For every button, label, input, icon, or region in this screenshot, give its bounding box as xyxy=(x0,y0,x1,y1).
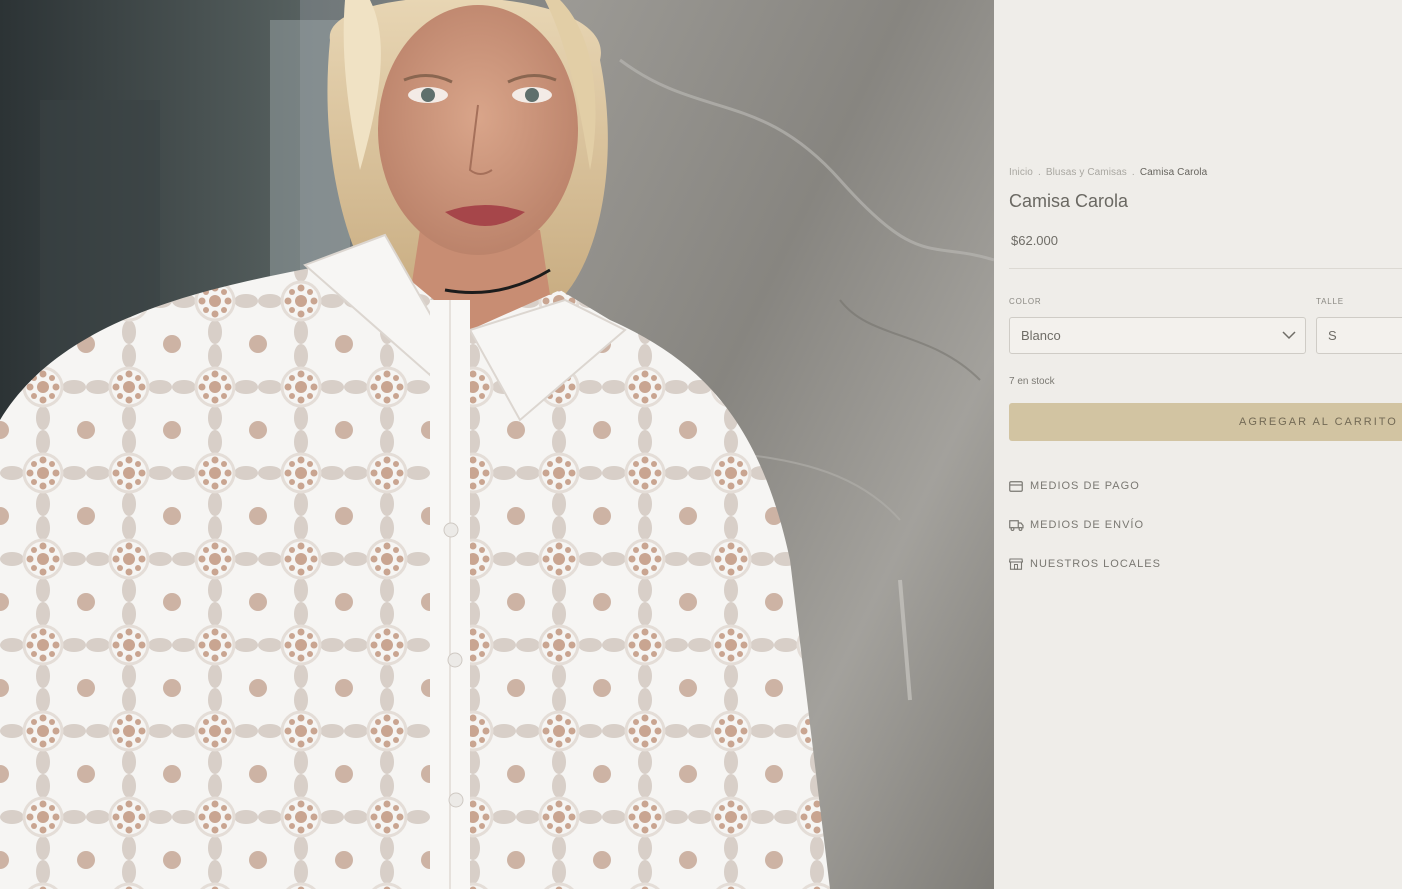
product-panel: Inicio. Blusas y Camisas. Camisa Carola Ca… xyxy=(994,0,1402,889)
breadcrumb-separator: . xyxy=(1037,167,1041,178)
breadcrumb-category[interactable]: Blusas y Camisas xyxy=(1046,167,1127,178)
credit-card-icon xyxy=(1009,480,1024,493)
add-to-cart-button[interactable]: AGREGAR AL CARRITO xyxy=(1009,403,1402,441)
our-stores-link[interactable]: NUESTROS LOCALES xyxy=(1009,556,1161,572)
breadcrumb-current: Camisa Carola xyxy=(1139,167,1208,178)
breadcrumb: Inicio. Blusas y Camisas. Camisa Carola xyxy=(1009,167,1207,178)
color-label: COLOR xyxy=(1009,297,1042,306)
our-stores-label: NUESTROS LOCALES xyxy=(1030,558,1161,570)
chevron-down-icon xyxy=(1282,331,1296,340)
shipping-methods-label: MEDIOS DE ENVÍO xyxy=(1030,519,1145,531)
talle-select-value: S xyxy=(1328,328,1337,343)
breadcrumb-separator: . xyxy=(1131,167,1135,178)
talle-select[interactable]: S xyxy=(1316,317,1402,354)
product-price: $62.000 xyxy=(1011,233,1058,248)
stock-status: 7 en stock xyxy=(1009,376,1055,387)
color-select-value: Blanco xyxy=(1021,328,1061,343)
breadcrumb-home[interactable]: Inicio xyxy=(1009,167,1033,178)
store-icon xyxy=(1009,558,1024,571)
divider xyxy=(1009,268,1402,269)
color-select[interactable]: Blanco xyxy=(1009,317,1306,354)
product-title: Camisa Carola xyxy=(1009,191,1129,211)
talle-label: TALLE xyxy=(1316,297,1344,306)
product-photo-illustration xyxy=(0,0,994,889)
truck-icon xyxy=(1009,519,1024,532)
payment-methods-label: MEDIOS DE PAGO xyxy=(1030,480,1140,492)
shipping-methods-link[interactable]: MEDIOS DE ENVÍO xyxy=(1009,517,1144,533)
payment-methods-link[interactable]: MEDIOS DE PAGO xyxy=(1009,478,1140,494)
product-image[interactable] xyxy=(0,0,994,889)
